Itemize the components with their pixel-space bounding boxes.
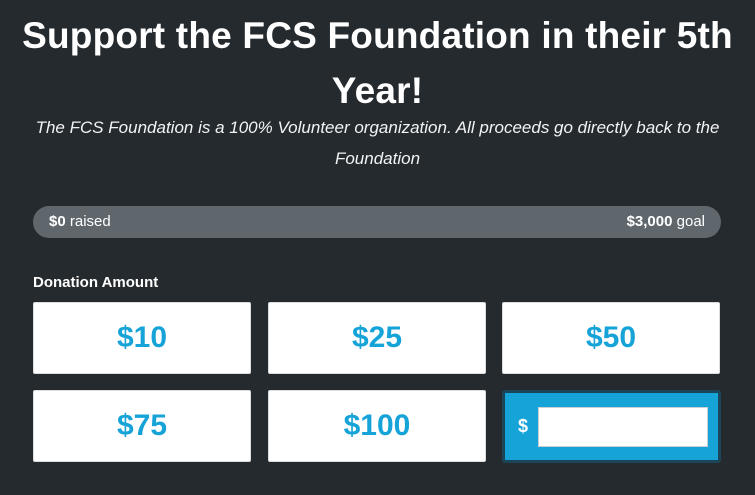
custom-amount-input[interactable]: [538, 407, 708, 447]
goal-amount: $3,000: [626, 213, 673, 230]
amount-button-100[interactable]: $100: [268, 390, 486, 462]
campaign-subtitle: The FCS Foundation is a 100% Volunteer o…: [35, 118, 720, 168]
amount-button-75[interactable]: $75: [33, 390, 251, 462]
amount-button-50[interactable]: $50: [502, 302, 720, 374]
raised-amount: $0: [49, 213, 66, 230]
custom-amount-box[interactable]: $: [502, 390, 721, 463]
amount-button-25[interactable]: $25: [268, 302, 486, 374]
goal-text: $3,000 goal: [627, 206, 705, 238]
currency-symbol: $: [518, 416, 529, 436]
amount-button-10[interactable]: $10: [33, 302, 251, 374]
goal-label: goal: [672, 213, 705, 230]
raised-label: raised: [65, 213, 111, 230]
raised-text: $0 raised: [49, 206, 111, 238]
donation-amount-label: Donation Amount: [33, 274, 159, 291]
fundraising-progress-bar: $0 raised $3,000 goal: [33, 206, 721, 238]
campaign-title: Support the FCS Foundation in their 5th …: [22, 15, 733, 111]
